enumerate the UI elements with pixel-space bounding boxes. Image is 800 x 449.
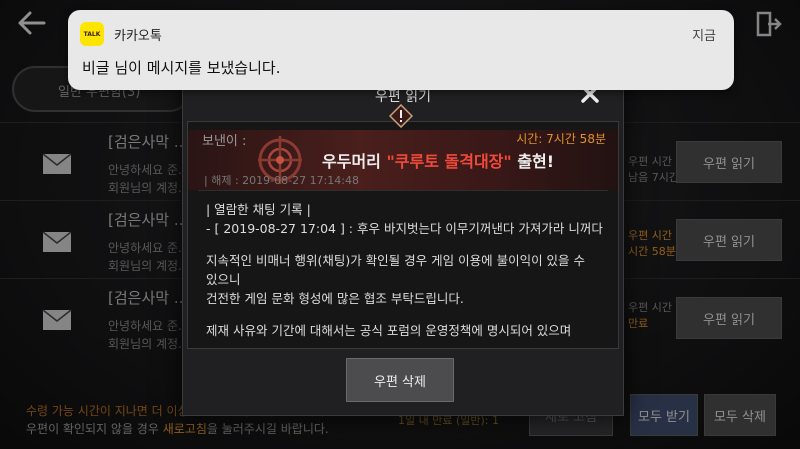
notification-time: 지금 [692, 29, 716, 44]
banner-title-pre: 우두머리 [322, 152, 387, 171]
kakaotalk-notification[interactable]: TALK 카카오톡 지금 비글 님이 메시지를 보냈습니다. [68, 10, 734, 90]
mail-body: | 열람한 채팅 기록 | - [ 2019-08-27 17:04 ] : 후… [206, 200, 604, 340]
remaining-time: 시간: 7시간 58분 [516, 132, 606, 146]
body-line: 제재 사유와 기간에 대해서는 공식 포럼의 운영정책에 명시되어 있으며 [206, 323, 572, 338]
banner-subtext: | 해제 : 2019-08-27 17:14:48 [204, 174, 359, 187]
chat-log-heading: | 열람한 채팅 기록 | [206, 202, 311, 217]
banner-boss-name: "쿠루토 돌격대장" [386, 152, 512, 171]
divider [198, 190, 608, 191]
warning-icon [389, 104, 413, 128]
notification-message: 비글 님이 메시지를 보냈습니다. [82, 59, 281, 77]
delete-mail-button[interactable]: 우편 삭제 [346, 358, 454, 402]
body-line: 있으니 [206, 272, 241, 287]
kakaotalk-icon-text: TALK [83, 30, 101, 38]
body-line: 지속적인 비매너 행위(채팅)가 확인될 경우 게임 이용에 불이익이 있을 수 [206, 253, 586, 268]
banner-title: 우두머리 "쿠루토 돌격대장" 출현! [322, 148, 554, 172]
mail-content-panel: 우두머리 "쿠루토 돌격대장" 출현! | 해제 : 2019-08-27 17… [187, 121, 619, 349]
banner-title-post: 출현! [511, 152, 555, 171]
body-line: 건전한 게임 문화 형성에 많은 협조 부탁드립니다. [206, 291, 464, 306]
notification-app-name: 카카오톡 [114, 29, 162, 44]
sender-label: 보낸이 : [202, 134, 247, 149]
kakaotalk-icon: TALK [80, 22, 104, 46]
chat-log-entry: - [ 2019-08-27 17:04 ] : 후우 바지벗는다 이무기꺼낸다… [206, 221, 603, 236]
